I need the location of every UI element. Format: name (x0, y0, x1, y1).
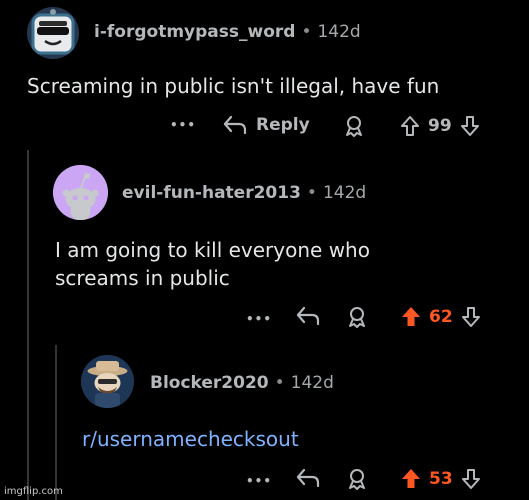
snoo-avatar-icon (27, 7, 79, 59)
vote-controls: 99 (398, 114, 482, 138)
comment-author[interactable]: Blocker2020 • 142d (150, 373, 334, 393)
avatar[interactable] (81, 355, 134, 408)
comment-body: r/usernamechecksout (82, 425, 299, 453)
vote-controls: 53 (399, 467, 483, 491)
reply-label[interactable]: Reply (256, 115, 310, 135)
meta-separator: • (306, 183, 317, 203)
upvote-arrow-icon[interactable] (399, 467, 423, 491)
more-options-button[interactable]: ••• (170, 118, 196, 132)
meta-separator: • (274, 373, 285, 393)
username-text[interactable]: evil-fun-hater2013 (122, 183, 301, 203)
more-options-button[interactable]: ••• (246, 312, 272, 326)
avatar[interactable] (27, 7, 79, 59)
reply-arrow-icon (296, 306, 320, 326)
username-text[interactable]: i-forgotmypass_word (94, 22, 295, 42)
vote-controls: 62 (399, 305, 483, 329)
meta-separator: • (301, 22, 312, 42)
thread-line-level2 (55, 345, 57, 500)
avatar[interactable] (53, 165, 108, 220)
comment-body: Screaming in public isn't illegal, have … (27, 74, 440, 98)
award-icon (346, 116, 362, 137)
reply-button[interactable]: Reply (222, 114, 310, 136)
comment-author[interactable]: evil-fun-hater2013 • 142d (122, 183, 366, 203)
reply-button[interactable] (295, 467, 321, 489)
default-snoo-icon (53, 165, 108, 220)
comment-author[interactable]: i-forgotmypass_word • 142d (94, 22, 361, 42)
vote-count: 53 (429, 469, 453, 489)
subreddit-link[interactable]: r/usernamechecksout (82, 427, 299, 451)
award-icon (349, 307, 365, 328)
vote-count: 62 (429, 307, 453, 327)
award-icon (349, 469, 365, 490)
more-options-button[interactable]: ••• (246, 474, 272, 488)
downvote-arrow-icon[interactable] (458, 114, 482, 138)
comment-age: 142d (317, 22, 361, 42)
username-text[interactable]: Blocker2020 (150, 373, 269, 393)
reply-button[interactable] (295, 305, 321, 327)
thread-line-level1 (27, 150, 29, 500)
upvote-arrow-icon[interactable] (398, 114, 422, 138)
upvote-arrow-icon[interactable] (399, 305, 423, 329)
award-button[interactable] (345, 305, 369, 329)
comment-body: I am going to kill everyone who screams … (55, 236, 370, 292)
imgflip-watermark: imgflip.com (4, 486, 63, 497)
comment-age: 142d (322, 183, 367, 203)
downvote-arrow-icon[interactable] (459, 467, 483, 491)
award-button[interactable] (345, 467, 369, 491)
comment-body-line: screams in public (55, 266, 230, 290)
comment-body-line: I am going to kill everyone who (55, 238, 370, 262)
downvote-arrow-icon[interactable] (459, 305, 483, 329)
cowboy-snoo-icon (81, 355, 134, 408)
reply-arrow-icon (223, 115, 247, 135)
vote-count: 99 (428, 116, 452, 136)
reply-arrow-icon (296, 468, 320, 488)
comment-age: 142d (290, 373, 334, 393)
award-button[interactable] (342, 114, 366, 138)
